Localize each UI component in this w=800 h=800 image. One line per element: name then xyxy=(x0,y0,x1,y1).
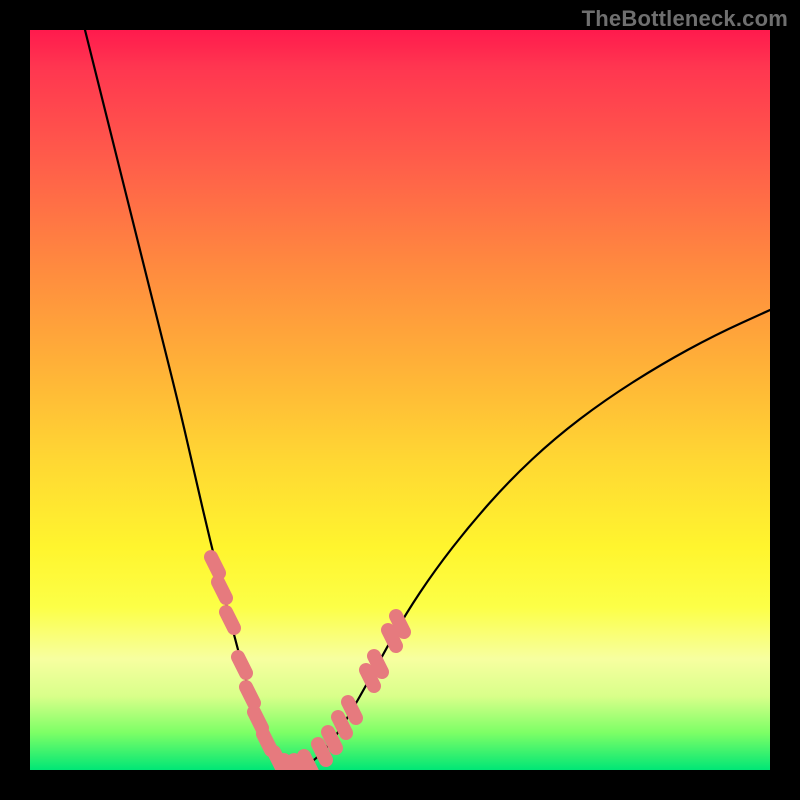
highlight-dot xyxy=(211,557,219,573)
highlight-dot xyxy=(218,582,226,598)
highlight-dots xyxy=(211,557,404,770)
bottleneck-curve-plot xyxy=(30,30,770,770)
highlight-dot xyxy=(374,656,382,672)
curve-left xyxy=(85,30,295,770)
curve-right xyxy=(295,310,770,770)
highlight-dot xyxy=(238,657,246,673)
highlight-dot xyxy=(318,744,326,760)
highlight-dot xyxy=(366,670,374,686)
highlight-dot xyxy=(396,616,404,632)
watermark-text: TheBottleneck.com xyxy=(582,6,788,32)
chart-area xyxy=(30,30,770,770)
highlight-dot xyxy=(226,612,234,628)
highlight-dot xyxy=(388,630,396,646)
highlight-dot xyxy=(328,732,336,748)
highlight-dot xyxy=(304,756,312,770)
highlight-dot xyxy=(246,687,254,703)
highlight-dot xyxy=(254,712,262,728)
highlight-dot xyxy=(348,702,356,718)
highlight-dot xyxy=(338,717,346,733)
